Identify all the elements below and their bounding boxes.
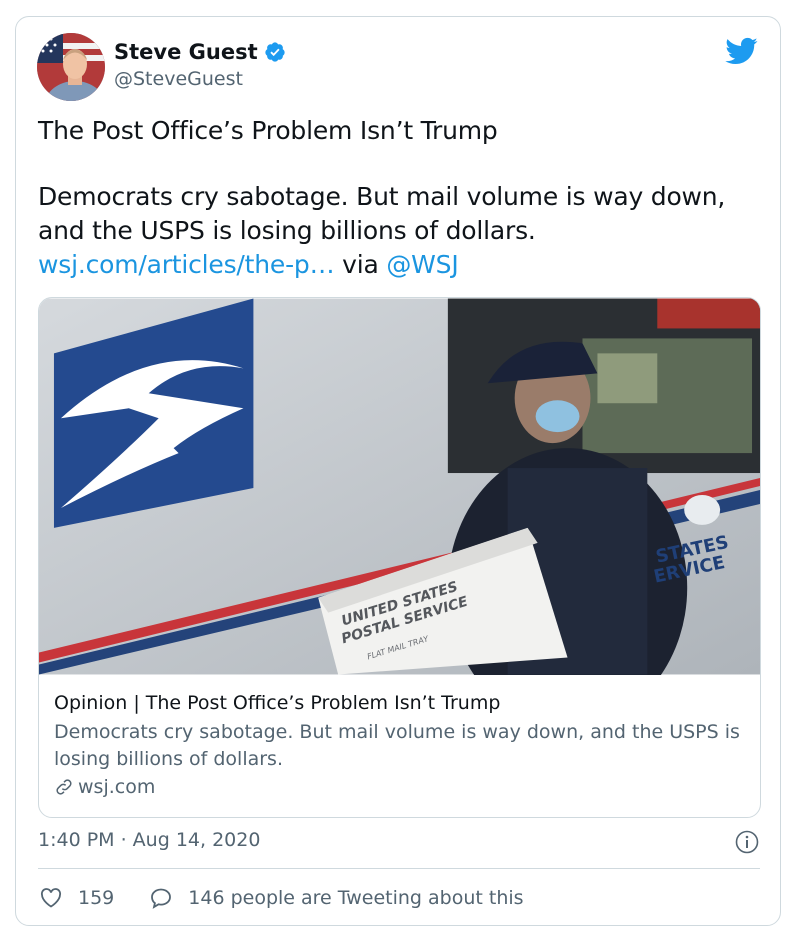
- info-icon[interactable]: [735, 830, 759, 854]
- tweet-headline: The Post Office’s Problem Isn’t Trump: [38, 116, 498, 145]
- tweet-text: The Post Office’s Problem Isn’t Trump De…: [38, 114, 758, 282]
- author-handle[interactable]: @SteveGuest: [114, 68, 243, 90]
- avatar[interactable]: [37, 33, 105, 101]
- link-icon: [56, 779, 72, 795]
- card-title: Opinion | The Post Office’s Problem Isn’…: [54, 692, 501, 714]
- link-preview-card[interactable]: UNITED STATES POSTAL SERVICE FLAT MAIL T…: [38, 297, 761, 818]
- tweeting-count: 146 people are Tweeting about this: [188, 887, 524, 909]
- reply-bubble-icon: [151, 888, 172, 909]
- article-image: UNITED STATES POSTAL SERVICE FLAT MAIL T…: [39, 298, 760, 675]
- article-link[interactable]: wsj.com/articles/the-p…: [38, 250, 335, 279]
- like-action[interactable]: 159: [38, 886, 114, 910]
- tweet-body: Democrats cry sabotage. But mail volume …: [38, 182, 726, 245]
- divider: [38, 868, 760, 869]
- heart-icon: [40, 888, 62, 908]
- author-name[interactable]: Steve Guest: [114, 40, 286, 64]
- verified-badge-icon: [264, 42, 285, 62]
- tweet-timestamp[interactable]: 1:40 PM · Aug 14, 2020: [38, 829, 260, 851]
- card-domain: wsj.com: [54, 776, 155, 798]
- twitter-bird-icon[interactable]: [724, 36, 758, 66]
- reply-action[interactable]: 146 people are Tweeting about this: [148, 886, 524, 910]
- like-count: 159: [78, 887, 115, 909]
- tweet-link-line: wsj.com/articles/the-p… via @WSJ: [38, 250, 459, 279]
- mention-link[interactable]: @WSJ: [386, 250, 458, 279]
- tweet-actions: 159 146 people are Tweeting about this: [38, 886, 524, 910]
- card-description: Democrats cry sabotage. But mail volume …: [54, 721, 740, 770]
